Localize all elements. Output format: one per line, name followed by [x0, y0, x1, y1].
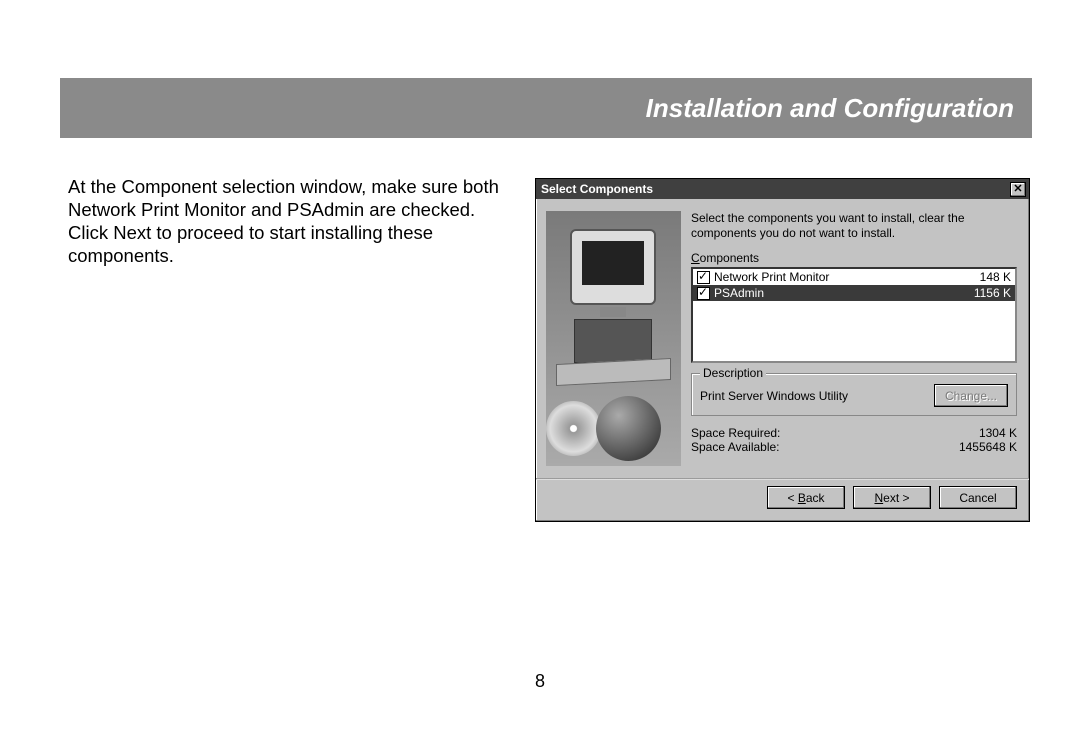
- change-button[interactable]: Change...: [934, 384, 1008, 407]
- dialog-instruction: Select the components you want to instal…: [691, 211, 1017, 241]
- close-icon[interactable]: ✕: [1010, 182, 1026, 197]
- page-number: 8: [0, 671, 1080, 692]
- list-item[interactable]: PSAdmin 1156 K: [693, 285, 1015, 301]
- space-available-label: Space Available:: [691, 440, 959, 454]
- dialog-titlebar[interactable]: Select Components ✕: [536, 179, 1029, 199]
- section-title: Installation and Configuration: [646, 93, 1014, 124]
- description-text: Print Server Windows Utility: [700, 389, 934, 403]
- back-button[interactable]: < Back: [767, 486, 845, 509]
- dialog-title: Select Components: [541, 182, 653, 196]
- component-name: PSAdmin: [714, 286, 974, 300]
- section-header: Installation and Configuration: [60, 78, 1032, 138]
- cancel-button[interactable]: Cancel: [939, 486, 1017, 509]
- instruction-paragraph: At the Component selection window, make …: [68, 175, 503, 268]
- component-name: Network Print Monitor: [714, 270, 980, 284]
- component-size: 148 K: [980, 270, 1011, 284]
- dialog-footer: < Back Next > Cancel: [536, 480, 1029, 521]
- list-item[interactable]: Network Print Monitor 148 K: [693, 269, 1015, 285]
- space-required-value: 1304 K: [979, 426, 1017, 440]
- checkbox-icon[interactable]: [697, 287, 710, 300]
- space-info: Space Required: 1304 K Space Available: …: [691, 426, 1017, 454]
- wizard-graphic: [546, 211, 681, 466]
- description-legend: Description: [700, 366, 766, 380]
- description-groupbox: Description Print Server Windows Utility…: [691, 373, 1017, 416]
- checkbox-icon[interactable]: [697, 271, 710, 284]
- next-button[interactable]: Next >: [853, 486, 931, 509]
- space-available-value: 1455648 K: [959, 440, 1017, 454]
- space-required-label: Space Required:: [691, 426, 979, 440]
- component-size: 1156 K: [974, 286, 1011, 300]
- components-label: Components: [691, 251, 1017, 265]
- select-components-dialog: Select Components ✕ Select the component…: [535, 178, 1030, 522]
- components-listbox[interactable]: Network Print Monitor 148 K PSAdmin 1156…: [691, 267, 1017, 363]
